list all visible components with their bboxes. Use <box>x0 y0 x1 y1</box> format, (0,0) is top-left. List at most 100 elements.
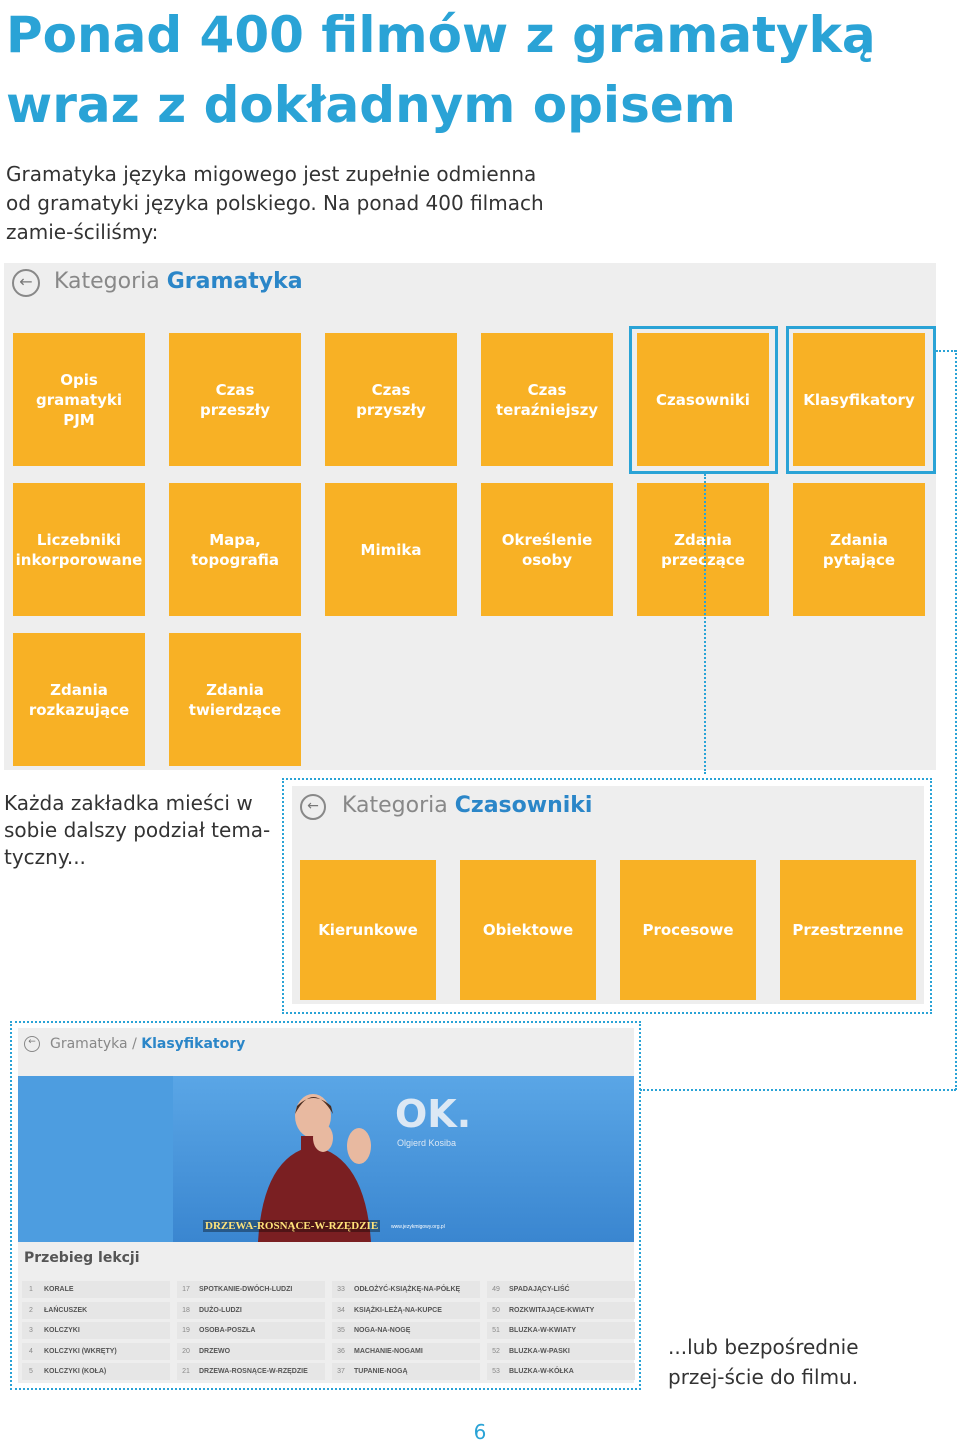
lesson-number: 53 <box>492 1368 500 1375</box>
tile-czas-przeszly[interactable]: Czas przeszły <box>169 333 301 466</box>
breadcrumb-current: Klasyfikatory <box>141 1036 246 1052</box>
lesson-number: 2 <box>29 1306 33 1314</box>
intro-paragraph: Gramatyka języka migowego jest zupełnie … <box>6 162 544 244</box>
lesson-title: KOLCZYKI (KOŁA) <box>44 1368 107 1375</box>
lesson-title: KOLCZYKI <box>44 1327 80 1334</box>
lesson-number: 21 <box>182 1368 190 1375</box>
lesson-heading: Przebieg lekcji <box>24 1250 140 1266</box>
lesson-list-item[interactable]: 18 DUŻO-LUDZI <box>177 1301 325 1319</box>
lesson-number: 52 <box>492 1347 500 1355</box>
lesson-list-item[interactable]: 21 DRZEWA-ROSNĄCE-W-RZĘDZIE <box>177 1363 325 1380</box>
lesson-title: MACHANIE-NOGAMI <box>354 1347 423 1355</box>
lesson-title: KOLCZYKI (WKRĘTY) <box>44 1347 117 1355</box>
lesson-title: BLUZKA-W-KÓŁKA <box>509 1368 574 1375</box>
lesson-number: 19 <box>182 1327 190 1334</box>
lesson-title: KSIĄŻKI-LEŻĄ-NA-KUPCE <box>354 1306 442 1314</box>
tile-kierunkowe[interactable]: Kierunkowe <box>300 860 436 1000</box>
lesson-number: 33 <box>337 1286 345 1293</box>
lesson-number: 36 <box>337 1347 345 1355</box>
tile-okreslenie-osoby[interactable]: Określenie osoby <box>481 483 613 616</box>
breadcrumb: Gramatyka / Klasyfikatory <box>50 1032 245 1056</box>
lesson-list-item[interactable]: 51 BLUZKA-W-KWIATY <box>487 1322 635 1339</box>
tile-czas-przyszly[interactable]: Czas przyszły <box>325 333 457 466</box>
video-left-band <box>18 1076 173 1242</box>
logo-name: Olgierd Kosiba <box>397 1138 457 1148</box>
lesson-list-item[interactable]: 34 KSIĄŻKI-LEŻĄ-NA-KUPCE <box>332 1301 480 1319</box>
page-headline: Ponad 400 filmów z gramatyką wraz z dokł… <box>6 6 876 134</box>
logo-mark: OK. <box>395 1092 472 1136</box>
category-title: Kategoria Gramatyka <box>54 265 303 299</box>
arrow-left-circle-icon[interactable]: ← <box>300 794 326 820</box>
tile-procesowe[interactable]: Procesowe <box>620 860 756 1000</box>
lesson-number: 51 <box>492 1327 500 1334</box>
lesson-title: BLUZKA-W-KWIATY <box>509 1327 576 1334</box>
arrow-left-circle-icon[interactable]: ← <box>12 269 40 297</box>
lesson-number: 37 <box>337 1368 345 1375</box>
lesson-list-item[interactable]: 20 DRZEWO <box>177 1342 325 1360</box>
lesson-title: NOGA-NA-NOGĘ <box>354 1327 411 1334</box>
lesson-list-item[interactable]: 37 TUPANIE-NOGĄ <box>332 1363 480 1380</box>
lesson-title: KORALE <box>44 1286 74 1293</box>
note-left: Każda zakładka mieści w sobie dalszy pod… <box>4 791 271 869</box>
note-right: ...lub bezpośrednie przej-ście do filmu. <box>668 1335 859 1389</box>
tile-obiektowe[interactable]: Obiektowe <box>460 860 596 1000</box>
lesson-list-item[interactable]: 52 BLUZKA-W-PASKI <box>487 1342 635 1360</box>
lesson-list-item[interactable]: 19 OSOBA-POSZŁA <box>177 1322 325 1339</box>
connector-line-klasyfikatory <box>955 350 957 1090</box>
tile-liczebniki-inkorporowane[interactable]: Liczebniki inkorporowane <box>13 483 145 616</box>
lesson-list-item[interactable]: 5 KOLCZYKI (KOŁA) <box>22 1363 170 1380</box>
lesson-list-item[interactable]: 35 NOGA-NA-NOGĘ <box>332 1322 480 1339</box>
lesson-number: 5 <box>29 1368 33 1375</box>
lesson-number: 18 <box>182 1306 190 1314</box>
tile-mimika[interactable]: Mimika <box>325 483 457 616</box>
lesson-title: TUPANIE-NOGĄ <box>354 1368 408 1375</box>
connector-line-klasyfikatory-bottom <box>640 1089 956 1091</box>
lesson-list-item[interactable]: 53 BLUZKA-W-KÓŁKA <box>487 1363 635 1380</box>
category-title-name: Gramatyka <box>166 269 303 294</box>
lesson-list-item[interactable]: 50 ROZKWITAJĄCE-KWIATY <box>487 1301 635 1319</box>
breadcrumb-parent[interactable]: Gramatyka / <box>50 1036 141 1052</box>
tile-zdania-pytajace[interactable]: Zdania pytające <box>793 483 925 616</box>
lesson-number: 35 <box>337 1327 345 1334</box>
lesson-title: ŁAŃCUSZEK <box>44 1306 88 1314</box>
lesson-title: OSOBA-POSZŁA <box>199 1327 256 1334</box>
lesson-number: 50 <box>492 1306 500 1314</box>
connector-line-klasyfikatory-top <box>936 350 956 352</box>
tile-zdania-przeczace[interactable]: Zdania przeczące <box>637 483 769 616</box>
category-title-prefix: Kategoria <box>342 793 455 818</box>
lesson-number: 4 <box>29 1347 33 1355</box>
lesson-title: ODŁOŻYĆ-KSIĄŻKĘ-NA-PÓŁKĘ <box>354 1286 461 1293</box>
tile-czas-terazniejszy[interactable]: Czas teraźniejszy <box>481 333 613 466</box>
tile-zdania-rozkazujace[interactable]: Zdania rozkazujące <box>13 633 145 766</box>
lesson-number: 1 <box>29 1286 33 1293</box>
lesson-number: 34 <box>337 1306 345 1314</box>
lesson-title: SPOTKANIE-DWÓCH-LUDZI <box>199 1286 293 1293</box>
highlight-czasowniki <box>629 326 778 474</box>
classifier-lesson-screenshot: ← Gramatyka / Klasyfikatory OK. Olgierd … <box>18 1028 635 1383</box>
lesson-list-item[interactable]: 17 SPOTKANIE-DWÓCH-LUDZI <box>177 1281 325 1298</box>
arrow-left-circle-icon[interactable]: ← <box>24 1036 40 1052</box>
video-player[interactable]: OK. Olgierd Kosiba DRZEWA-ROSNĄCE-W-RZĘD… <box>173 1076 634 1242</box>
connector-line-czasowniki <box>704 474 706 774</box>
lesson-number: 3 <box>29 1327 33 1334</box>
tile-mapa-topografia[interactable]: Mapa, topografia <box>169 483 301 616</box>
lesson-title: DRZEWO <box>199 1347 231 1355</box>
lesson-number: 17 <box>182 1286 190 1293</box>
page-number: 6 <box>473 1420 487 1444</box>
category-title-prefix: Kategoria <box>54 269 167 294</box>
lesson-list-item[interactable]: 1 KORALE <box>22 1281 170 1298</box>
lesson-list-item[interactable]: 3 KOLCZYKI <box>22 1322 170 1339</box>
lesson-list-item[interactable]: 49 SPADAJĄCY-LIŚĆ <box>487 1281 635 1298</box>
lesson-list-item[interactable]: 36 MACHANIE-NOGAMI <box>332 1342 480 1360</box>
tile-opis-gramatyki-pjm[interactable]: Opis gramatyki PJM <box>13 333 145 466</box>
lesson-list-item[interactable]: 2 ŁAŃCUSZEK <box>22 1301 170 1319</box>
lesson-number: 20 <box>182 1347 190 1355</box>
lesson-number: 49 <box>492 1286 500 1293</box>
verbs-category-screenshot: ← Kategoria Czasowniki Kierunkowe Obiekt… <box>292 786 924 1004</box>
lesson-title: DRZEWA-ROSNĄCE-W-RZĘDZIE <box>199 1368 308 1375</box>
lesson-list-item[interactable]: 33 ODŁOŻYĆ-KSIĄŻKĘ-NA-PÓŁKĘ <box>332 1281 480 1298</box>
tile-zdania-twierdzace[interactable]: Zdania twierdzące <box>169 633 301 766</box>
category-title: Kategoria Czasowniki <box>342 788 592 824</box>
lesson-list-item[interactable]: 4 KOLCZYKI (WKRĘTY) <box>22 1342 170 1360</box>
tile-przestrzenne[interactable]: Przestrzenne <box>780 860 916 1000</box>
